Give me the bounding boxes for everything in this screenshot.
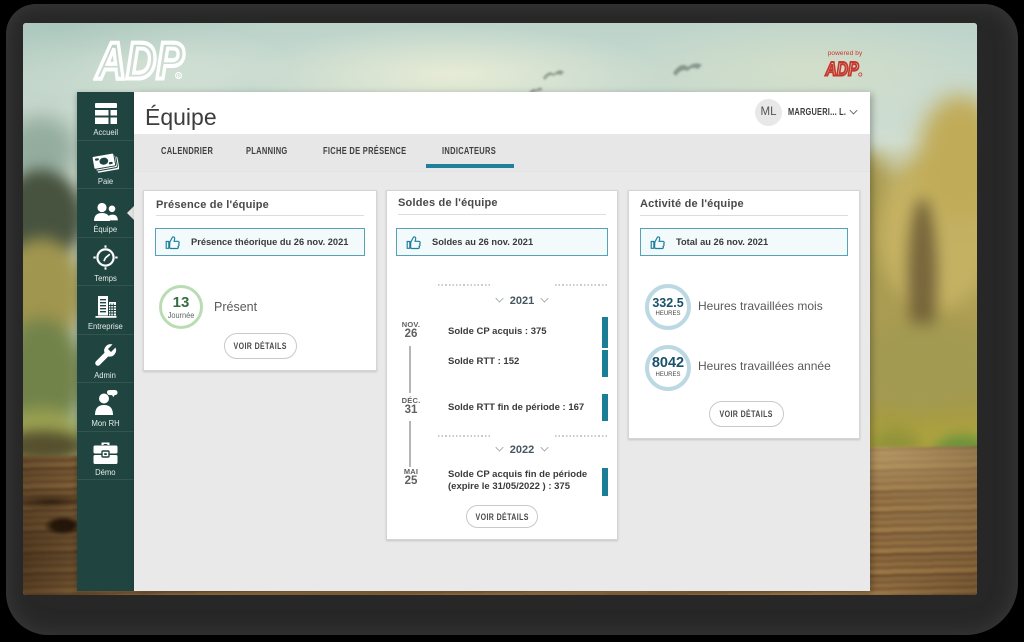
svg-text:ADP: ADP xyxy=(94,33,184,90)
svg-text:R: R xyxy=(177,74,181,80)
svg-text:ADP: ADP xyxy=(825,60,859,80)
